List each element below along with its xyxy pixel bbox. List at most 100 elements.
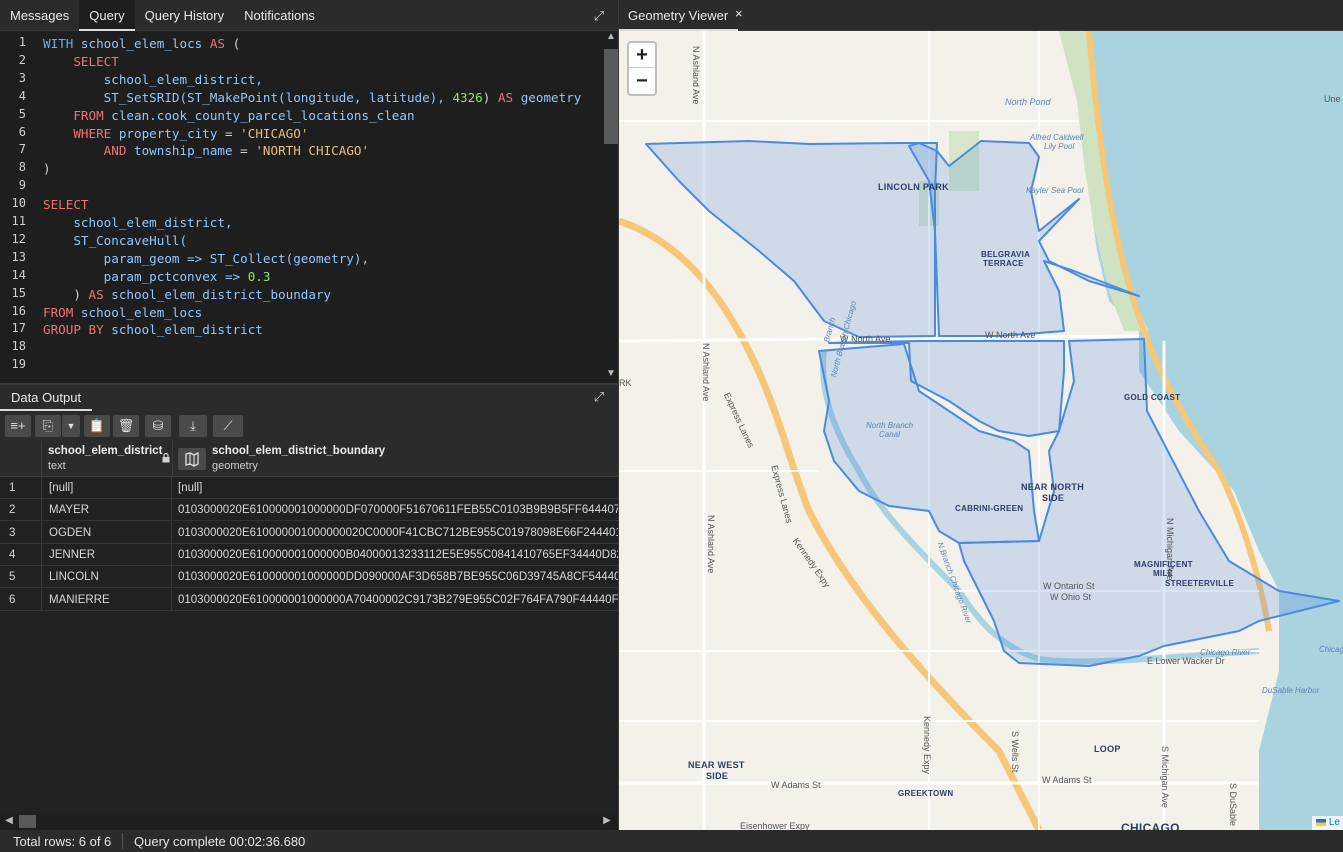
tab-data-output[interactable]: Data Output [0,385,93,411]
cell-boundary[interactable]: 0103000020E610000001000000DF070000F51670… [172,499,618,521]
row-number[interactable]: 5 [0,566,42,589]
row-number[interactable]: 6 [0,588,42,611]
table-row[interactable]: 1 [null] [null] [0,477,618,499]
code-line[interactable]: param_pctconvex => 0.3 [43,268,271,286]
cell-district[interactable]: MAYER [43,499,172,522]
code-line[interactable]: AND township_name = 'NORTH CHICAGO' [43,142,369,160]
map-label: S Michigan Ave [1160,746,1170,808]
save-data-icon[interactable]: ⛁ [145,415,171,437]
cell-boundary[interactable]: [null] [172,477,618,499]
grid-horizontal-scrollbar[interactable]: ◀ ▶ [0,813,618,830]
cell-district[interactable]: [null] [43,477,172,499]
copy-icon[interactable]: ⎘ [35,415,61,437]
code-token: AS [88,286,112,302]
tab-query[interactable]: Query [79,0,135,31]
attribution-link[interactable]: Le [1329,817,1340,828]
map-view[interactable]: LINCOLN PARK BELGRAVIA TERRACE GOLD COAS… [619,31,1343,830]
code-line[interactable]: ) AS school_elem_district_boundary [43,286,331,304]
table-row[interactable]: 5 LINCOLN 0103000020E610000001000000DD0900… [0,566,618,589]
copy-options-chevron-icon[interactable]: ▼ [62,415,80,437]
zoom-control: + − [627,41,657,96]
code-line[interactable]: WITH school_elem_locs AS ( [43,35,240,53]
code-line[interactable]: WHERE property_city = 'CHICAGO' [43,125,308,143]
close-icon[interactable]: × [735,6,743,21]
code-token: township_name [134,143,241,159]
delete-icon[interactable]: 🗑 [113,415,139,437]
cell-boundary[interactable]: 0103000020E610000001000000B0400001323311… [172,544,618,566]
map-label: W Ontario St [1043,581,1095,591]
code-line[interactable]: school_elem_district, [43,214,233,232]
cell-district[interactable]: JENNER [43,543,172,566]
tab-query-history[interactable]: Query History [135,0,234,31]
code-line[interactable]: ) [43,160,51,178]
sql-editor[interactable]: 1 2 3 4 5 6 7 8 9 10 11 12 13 14 15 16 17 18 19 WITH schoo… [0,31,618,383]
add-row-icon[interactable]: ≡+ [5,415,31,437]
map-label: North Pond [1005,97,1051,107]
grid-scroll-thumb[interactable] [19,815,36,828]
download-icon[interactable]: ⤓ [179,415,207,437]
code-line[interactable]: SELECT [43,196,89,214]
line-number: 1 [18,35,26,49]
zoom-in-button[interactable]: + [629,43,655,68]
table-row[interactable]: 6 MANIERRE 0103000020E610000001000000A7040… [0,588,618,611]
row-number[interactable]: 3 [0,521,42,544]
column-separator[interactable] [172,441,173,477]
code-line[interactable]: GROUP BY school_elem_district [43,321,263,339]
sql-code[interactable]: WITH school_elem_locs AS ( SELECT school… [43,31,603,383]
map-attribution[interactable]: Le [1312,816,1343,830]
tab-geometry-viewer[interactable]: Geometry Viewer [619,0,739,31]
code-token: AS [209,36,233,51]
code-line[interactable]: school_elem_district, [43,71,263,89]
row-number[interactable]: 2 [0,499,42,522]
map-label: SIDE [1042,493,1065,503]
cell-district[interactable]: OGDEN [43,521,172,544]
code-token: property_city [118,125,225,141]
table-row[interactable]: 2 MAYER 0103000020E610000001000000DF070000… [0,499,618,522]
row-number[interactable]: 1 [0,477,42,499]
code-line[interactable]: ST_ConcaveHull( [43,232,187,250]
scroll-up-icon[interactable]: ▲ [604,31,618,42]
code-line[interactable]: FROM school_elem_locs [43,304,202,322]
code-token: ) [43,286,89,302]
scroll-right-icon[interactable]: ▶ [600,815,614,826]
tab-messages[interactable]: Messages [0,0,79,31]
map-canvas[interactable] [619,31,1343,830]
paste-icon[interactable]: 📋 [84,415,110,437]
code-token: ST_ConcaveHull( [43,232,188,248]
maximize-icon[interactable]: ⤢ [592,390,606,404]
code-line[interactable]: param_geom => ST_Collect(geometry), [43,250,369,268]
view-geometry-icon[interactable] [178,448,206,470]
tab-notifications[interactable]: Notifications [234,0,325,31]
result-grid: school_elem_district text school_elem_di… [0,441,618,813]
cell-district[interactable]: LINCOLN [43,566,172,589]
scroll-left-icon[interactable]: ◀ [2,815,16,826]
map-label: RK [619,378,632,388]
code-line[interactable]: ST_SetSRID(ST_MakePoint(longitude, latit… [43,89,582,107]
cell-district[interactable]: MANIERRE [43,588,172,611]
column-header-district[interactable]: school_elem_district [48,445,162,457]
code-line[interactable]: SELECT [43,53,119,71]
map-label: N Michigan Ave [1165,518,1175,581]
code-token: SELECT [43,197,89,213]
graph-visualiser-icon[interactable]: ⟋ [213,415,243,437]
map-label: Kayler Sea Pool [1026,186,1084,195]
column-header-boundary[interactable]: school_elem_district_boundary [212,445,385,457]
code-token: param_pctconvex => [43,268,248,284]
map-label: DuSable Harbor [1262,686,1320,695]
table-row[interactable]: 4 JENNER 0103000020E610000001000000B040000… [0,543,618,566]
code-token: school_elem_district [111,322,263,338]
code-token: school_elem_district, [43,215,233,230]
cell-boundary[interactable]: 0103000020E610000001000000A70400002C9173… [172,589,618,611]
editor-scroll-thumb[interactable] [604,49,618,144]
zoom-out-button[interactable]: − [629,69,655,94]
editor-scrollbar[interactable]: ▲ ▼ [602,31,618,383]
cell-boundary[interactable]: 0103000020E610000001000000020C0000F41CBC… [172,522,618,544]
code-line[interactable]: FROM clean.cook_county_parcel_locations_… [43,107,414,125]
table-row[interactable]: 3 OGDEN 0103000020E610000001000000020C0000… [0,521,618,544]
maximize-icon[interactable]: ⤢ [592,9,606,23]
cell-boundary[interactable]: 0103000020E610000001000000DD090000AF3D65… [172,566,618,588]
scroll-down-icon[interactable]: ▼ [604,368,618,379]
query-panel: Messages Query Query History Notificatio… [0,0,618,830]
row-number[interactable]: 4 [0,543,42,566]
code-token: school_elem_district_boundary [111,286,332,302]
